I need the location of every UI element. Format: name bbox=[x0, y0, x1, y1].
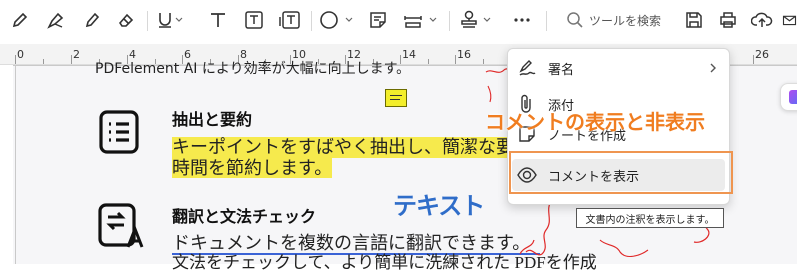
callout-title: コメントの表示と非表示 bbox=[485, 110, 705, 134]
more-icon[interactable] bbox=[510, 8, 534, 32]
annotation-toolbar: ツールを検索 bbox=[0, 0, 797, 45]
search-icon[interactable] bbox=[564, 8, 586, 32]
ai-assistant-tab[interactable] bbox=[780, 83, 797, 111]
underline-icon[interactable] bbox=[156, 8, 186, 32]
chevron-right-icon bbox=[708, 60, 718, 79]
marker-icon[interactable] bbox=[44, 8, 68, 32]
page-guide-line bbox=[15, 65, 16, 264]
callout-text-icon[interactable] bbox=[276, 8, 304, 32]
text-icon[interactable] bbox=[206, 8, 230, 32]
textbox-icon[interactable] bbox=[242, 8, 266, 32]
section-title-translate: 翻訳と文法チェック bbox=[172, 207, 317, 226]
highlight-frame bbox=[509, 151, 733, 194]
menu-item-signature[interactable]: 署名 bbox=[508, 53, 729, 83]
eraser-icon[interactable] bbox=[114, 8, 138, 32]
search-input[interactable]: ツールを検索 bbox=[589, 12, 661, 29]
toolbar-divider bbox=[449, 11, 450, 31]
document-top-line: PDFelement AI により効率が大幅に向上します。 bbox=[95, 61, 411, 77]
section-body-extract-line2: 時間を節約します。 bbox=[172, 158, 333, 178]
toolbar-divider bbox=[311, 11, 312, 31]
ruler-label: 2 bbox=[73, 48, 80, 61]
text-annotation[interactable]: テキスト bbox=[393, 186, 485, 221]
section-body-extract-line1: キーポイントをすばやく抽出し、簡潔な要 bbox=[172, 137, 514, 158]
pen-icon[interactable] bbox=[8, 8, 32, 32]
save-icon[interactable] bbox=[682, 8, 706, 32]
upload-icon[interactable] bbox=[750, 8, 774, 32]
stamp-icon[interactable] bbox=[458, 8, 498, 32]
translate-icon bbox=[98, 203, 146, 253]
toolbar-divider bbox=[147, 11, 148, 31]
summary-list-icon bbox=[99, 110, 139, 158]
mail-icon[interactable] bbox=[782, 8, 797, 32]
tooltip: 文書内の注釈を表示します。 bbox=[576, 208, 724, 228]
pencil-icon[interactable] bbox=[80, 8, 104, 32]
print-icon[interactable] bbox=[716, 8, 740, 32]
measure-icon[interactable] bbox=[402, 8, 442, 32]
menu-item-label: 署名 bbox=[548, 62, 575, 78]
section-title-extract: 抽出と要約 bbox=[172, 110, 253, 129]
ruler-label: 16 bbox=[457, 48, 471, 61]
circle-shape-icon[interactable] bbox=[318, 8, 358, 32]
section-body-translate-line1: ドキュメントを複数の言語に翻訳できます。 bbox=[172, 233, 531, 253]
sticky-note-icon[interactable] bbox=[366, 8, 390, 32]
toolbar-divider bbox=[546, 11, 547, 31]
signature-icon bbox=[516, 57, 538, 79]
ruler-label: 0 bbox=[17, 48, 24, 61]
ruler-label: 26 bbox=[755, 48, 769, 61]
sticky-note-marker[interactable] bbox=[385, 89, 407, 107]
ai-logo-icon bbox=[789, 90, 797, 104]
